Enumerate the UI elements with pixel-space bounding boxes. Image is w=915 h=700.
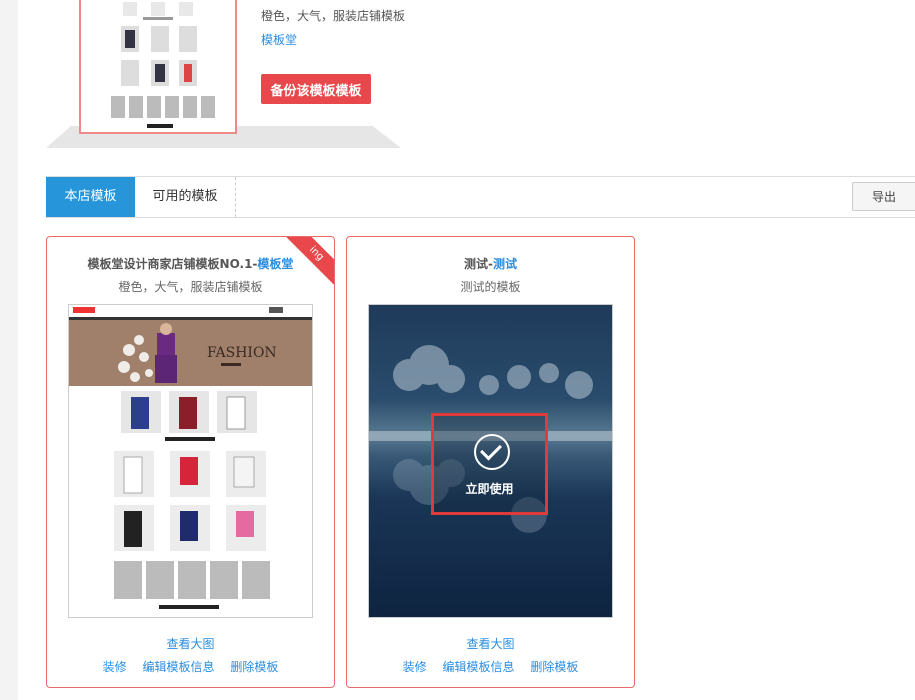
template-card: ing 模板堂设计商家店铺模板NO.1-模板堂 橙色，大气，服装店铺模板 FAS…: [46, 236, 335, 688]
template-actions: 装修 编辑模板信息 删除模板: [47, 658, 334, 675]
decorate-link[interactable]: 装修: [103, 660, 127, 674]
template-card: 测试-测试 测试的模板 立即使用 查看大图 装修 编辑模板信息 删除模板: [346, 236, 635, 688]
tab-available-templates[interactable]: 可用的模板: [135, 177, 236, 217]
template-author-link[interactable]: 模板堂: [261, 31, 297, 48]
template-title-brand[interactable]: 测试: [493, 257, 517, 271]
use-now-label: 立即使用: [465, 482, 514, 496]
template-description: 橙色，大气，服装店铺模板: [261, 9, 406, 23]
edit-template-info-link[interactable]: 编辑模板信息: [442, 660, 514, 674]
template-title-brand[interactable]: 模板堂: [257, 257, 293, 271]
template-title-main: 测试-: [464, 257, 493, 271]
template-screenshot: 立即使用: [368, 304, 613, 618]
backup-template-button[interactable]: 备份该模板模板: [261, 74, 371, 104]
tab-store-templates[interactable]: 本店模板: [46, 177, 135, 217]
template-preview-image: 立即使用: [369, 305, 612, 617]
template-actions: 装修 编辑模板信息 删除模板: [347, 658, 634, 675]
decorate-link[interactable]: 装修: [403, 660, 427, 674]
template-title: 测试-测试: [347, 255, 634, 272]
svg-text:FASHION: FASHION: [207, 345, 277, 361]
delete-template-link[interactable]: 删除模板: [530, 660, 578, 674]
check-circle-icon: [474, 434, 510, 470]
main-content: 橙色，大气，服装店铺模板 模板堂 备份该模板模板 本店模板 可用的模板 导出 i…: [18, 0, 915, 700]
template-title: 模板堂设计商家店铺模板NO.1-模板堂: [47, 255, 334, 272]
use-now-overlay[interactable]: 立即使用: [431, 413, 548, 515]
template-title-main: 模板堂设计商家店铺模板NO.1-: [87, 257, 258, 271]
template-subtitle: 测试的模板: [460, 280, 521, 294]
view-large-image-link[interactable]: 查看大图: [347, 635, 634, 652]
current-template-thumbnail: [79, 0, 237, 134]
template-subtitle: 橙色，大气，服装店铺模板: [118, 280, 263, 294]
template-screenshot: FASHION: [68, 304, 313, 618]
delete-template-link[interactable]: 删除模板: [230, 660, 278, 674]
edit-template-info-link[interactable]: 编辑模板信息: [142, 660, 214, 674]
template-tabs: 本店模板 可用的模板: [46, 176, 915, 218]
export-button[interactable]: 导出: [852, 182, 915, 211]
view-large-image-link[interactable]: 查看大图: [47, 635, 334, 652]
